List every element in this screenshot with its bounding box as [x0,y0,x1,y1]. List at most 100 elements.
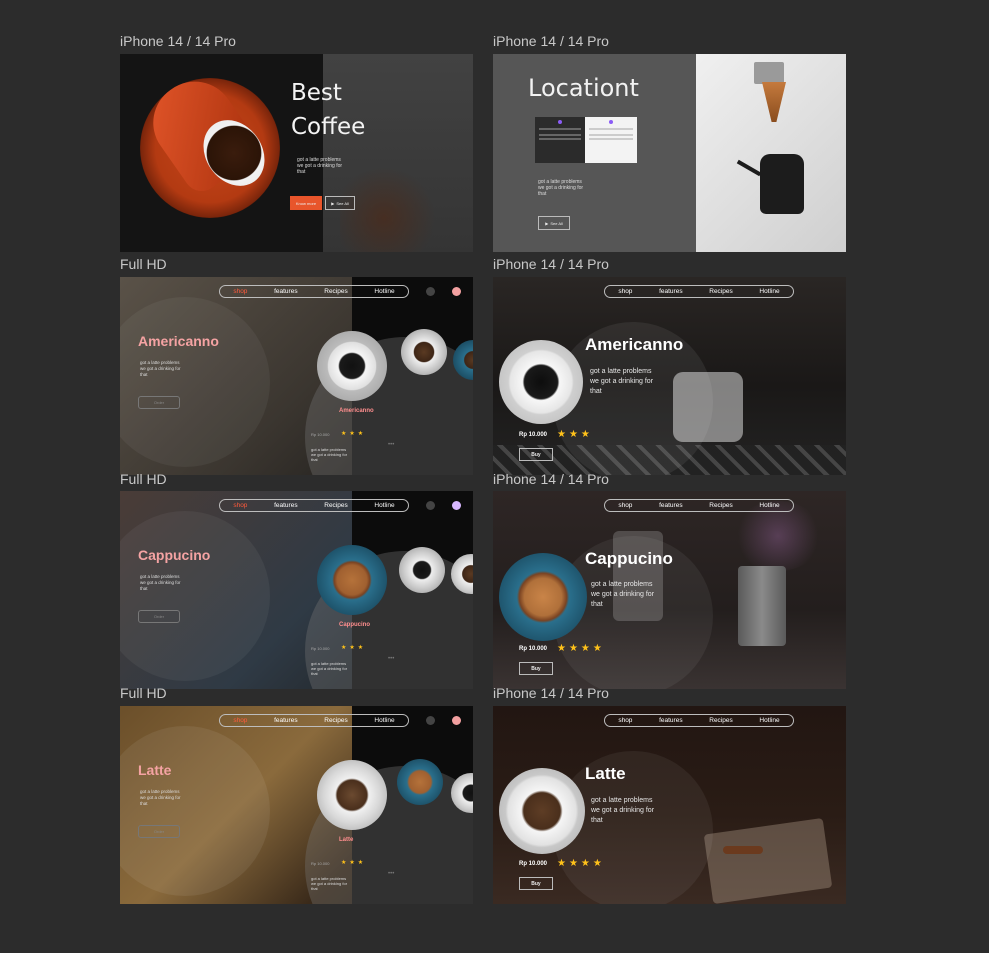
nav-recipes[interactable]: Recipes [709,288,732,295]
kettle-image [760,154,804,214]
nav-features[interactable]: features [659,502,683,509]
frame-fhd-cappucino[interactable]: shop features Recipes Hotline Cappucino … [120,491,473,689]
nav-shop[interactable]: shop [618,288,632,295]
americanno-thumb-image[interactable] [399,547,445,593]
frame-label-fhd-latte: Full HD [120,685,167,701]
cappucino-cup-image[interactable] [317,545,387,615]
location-title: Locationt [528,74,639,102]
nav-recipes[interactable]: Recipes [324,288,347,295]
nav-shop[interactable]: shop [233,717,247,724]
nav-shop[interactable]: shop [618,502,632,509]
product-desc: got a latte problems we got a drinking f… [590,367,653,397]
frame-label-iphone-cappucino: iPhone 14 / 14 Pro [493,471,609,487]
frame-best-coffee[interactable]: Best Coffee got a latte problems we got … [120,54,473,252]
nav-hotline[interactable]: Hotline [374,502,394,509]
order-button[interactable]: Order [138,396,180,409]
avatar[interactable] [452,501,461,510]
nav-hotline[interactable]: Hotline [759,288,779,295]
cart-icon[interactable] [426,501,435,510]
frame-location[interactable]: Locationt got a latte problems we got a … [493,54,846,252]
carousel-product-name: Latte [339,837,354,843]
nav-hotline[interactable]: Hotline [374,288,394,295]
chemex-image [762,82,786,122]
product-title: Americanno [585,335,684,354]
glass-circle [120,726,270,896]
avatar[interactable] [452,287,461,296]
hero-desc-line3: that [297,169,306,175]
product-desc-line3: that [590,388,602,395]
product-desc-line1: got a latte problems [590,368,652,375]
cappucino-thumb-image[interactable] [397,759,443,805]
nav-recipes[interactable]: Recipes [709,502,732,509]
carousel-desc: got a latte problems we got a drinking f… [311,661,347,676]
product-desc-line2: we got a drinking for [590,378,654,385]
kettle-spout [736,159,762,177]
hero-desc: got a latte problems we got a drinking f… [297,157,342,175]
location-desc: got a latte problems we got a drinking f… [538,179,583,197]
nav-shop[interactable]: shop [233,502,247,509]
pagination-dots[interactable]: ••• [388,442,394,448]
nav-features[interactable]: features [659,717,683,724]
frame-fhd-latte[interactable]: shop features Recipes Hotline Latte got … [120,706,473,904]
rating-stars: ★★★ [341,431,367,437]
carousel-desc: got a latte problems we got a drinking f… [311,447,347,462]
beans-trail [340,164,450,252]
nav-hotline[interactable]: Hotline [759,717,779,724]
location-see-all-button[interactable]: ▶ See All [538,216,570,230]
buy-button[interactable]: Buy [519,877,553,890]
location-card-light[interactable] [585,117,637,163]
cart-icon[interactable] [426,716,435,725]
buy-button[interactable]: Buy [519,662,553,675]
product-desc: got a latte problems we got a drinking f… [140,360,181,378]
frame-iphone-latte[interactable]: shop features Recipes Hotline Latte got … [493,706,846,904]
product-desc: got a latte problems we got a drinking f… [591,796,654,826]
nav-bar: shop features Recipes Hotline [604,285,794,298]
product-desc: got a latte problems we got a drinking f… [140,789,181,807]
nav-bar: shop features Recipes Hotline [604,499,794,512]
cappucino-thumb-image[interactable] [401,329,447,375]
pagination-dots[interactable]: ••• [388,871,394,877]
frame-label-fhd-cappucino: Full HD [120,471,167,487]
cart-icon[interactable] [426,287,435,296]
product-title: Latte [138,762,172,778]
latte-cup-image [499,768,585,854]
see-all-button[interactable]: ▶ See All [325,196,355,210]
nav-features[interactable]: features [659,288,683,295]
nav-recipes[interactable]: Recipes [324,502,347,509]
nav-bar: shop features Recipes Hotline [219,714,409,727]
hero-title-line1: Best [291,80,342,106]
nav-features[interactable]: features [274,717,298,724]
know-more-button[interactable]: Know more [290,196,322,210]
nav-recipes[interactable]: Recipes [709,717,732,724]
cappucino-cup-image [499,553,587,641]
nav-bar: shop features Recipes Hotline [219,499,409,512]
glass-circle [120,297,270,467]
nav-hotline[interactable]: Hotline [759,502,779,509]
product-desc-line2: we got a drinking for [591,591,655,598]
play-icon: ▶ [545,220,549,226]
order-button[interactable]: Order [138,825,180,838]
nav-hotline[interactable]: Hotline [374,717,394,724]
nav-shop[interactable]: shop [233,288,247,295]
product-desc-line1: got a latte problems [591,797,653,804]
buy-button[interactable]: Buy [519,448,553,461]
nav-features[interactable]: features [274,288,298,295]
nav-recipes[interactable]: Recipes [324,717,347,724]
pagination-dots[interactable]: ••• [388,656,394,662]
order-button[interactable]: Order [138,610,180,623]
nav-shop[interactable]: shop [618,717,632,724]
frame-fhd-americanno[interactable]: shop features Recipes Hotline Americanno… [120,277,473,475]
frame-iphone-cappucino[interactable]: shop features Recipes Hotline Cappucino … [493,491,846,689]
frame-label-iphone-americanno: iPhone 14 / 14 Pro [493,256,609,272]
nav-bar: shop features Recipes Hotline [604,714,794,727]
map-pin-icon [609,120,613,124]
rating-stars: ★★★★ [557,858,605,869]
nav-features[interactable]: features [274,502,298,509]
latte-cup-image[interactable] [317,760,387,830]
glass-circle [120,511,270,681]
americanno-cup-image[interactable] [317,331,387,401]
location-card-dark[interactable] [535,117,585,163]
location-desc-line3: that [538,191,547,197]
avatar[interactable] [452,716,461,725]
frame-iphone-americanno[interactable]: shop features Recipes Hotline Americanno… [493,277,846,475]
